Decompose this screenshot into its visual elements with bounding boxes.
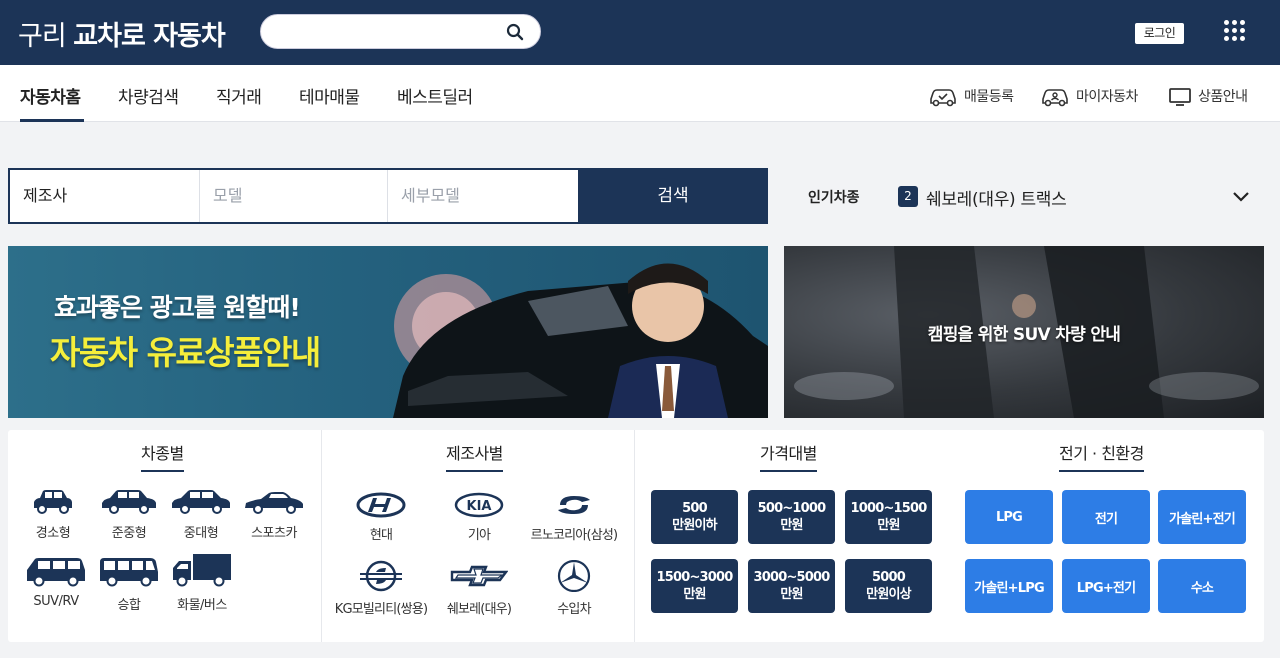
- maker-renault[interactable]: 르노코리아(삼성): [524, 492, 624, 543]
- by-eco-title: 전기 · 친환경: [1059, 440, 1144, 472]
- type-van[interactable]: 승합: [94, 556, 164, 613]
- truck-icon: [173, 554, 231, 587]
- type-sports[interactable]: 스포츠카: [239, 488, 309, 541]
- maker-kg-mobility[interactable]: KG모빌리티(쌍용): [331, 560, 431, 617]
- hyundai-logo-icon: [356, 492, 406, 518]
- maker-label: 수입차: [557, 602, 591, 617]
- model-select[interactable]: 모델: [200, 170, 388, 222]
- fuel-lpg[interactable]: LPG: [965, 490, 1053, 544]
- quick-search-bar: 제조사 모델 세부모델 검색: [8, 168, 768, 224]
- sedan-icon: [102, 490, 156, 514]
- type-suv[interactable]: SUV/RV: [21, 556, 91, 609]
- sports-car-icon: [245, 492, 303, 514]
- popular-cars-label: 인기차종: [808, 190, 860, 206]
- type-mid-small[interactable]: 준중형: [94, 488, 164, 541]
- detail-model-select[interactable]: 세부모델: [388, 170, 578, 222]
- fuel-hydrogen[interactable]: 수소: [1158, 559, 1246, 613]
- maker-label: 쉐보레(대우): [446, 602, 512, 617]
- my-car-icon: [1042, 89, 1068, 107]
- maker-label: 기아: [467, 528, 491, 543]
- my-car-link[interactable]: 마이자동차: [1040, 85, 1138, 107]
- kia-logo-icon: KIA: [454, 492, 504, 518]
- popular-car-name[interactable]: 쉐보레(대우) 트랙스: [926, 185, 1067, 210]
- fuel-electric[interactable]: 전기: [1062, 490, 1150, 544]
- maker-label: 르노코리아(삼성): [530, 528, 618, 543]
- maker-select[interactable]: 제조사: [10, 170, 200, 222]
- maker-imported[interactable]: 수입차: [524, 560, 624, 617]
- logo-region: 구리: [18, 21, 67, 52]
- type-label: SUV/RV: [33, 594, 79, 609]
- divider: [634, 430, 635, 642]
- product-info-link[interactable]: 상품안내: [1168, 85, 1248, 107]
- compact-car-icon: [34, 490, 72, 514]
- fuel-gasoline-lpg[interactable]: 가솔린+LPG: [965, 559, 1053, 613]
- rank-badge: 2: [898, 186, 918, 207]
- tab-direct-deal[interactable]: 직거래: [216, 83, 262, 108]
- tab-best-dealer[interactable]: 베스트딜러: [397, 83, 473, 108]
- divider: [321, 430, 322, 642]
- by-type-title: 차종별: [141, 440, 184, 472]
- product-info-label: 상품안내: [1198, 89, 1248, 105]
- ad-banner-title: 자동차 유료상품안내: [50, 333, 321, 372]
- tab-home[interactable]: 자동차홈: [20, 83, 81, 108]
- maker-kia[interactable]: KIA 기아: [429, 492, 529, 543]
- my-car-label: 마이자동차: [1076, 89, 1138, 105]
- price-3000-5000[interactable]: 3000~5000 만원: [748, 559, 835, 613]
- maker-label: 현대: [369, 528, 393, 543]
- by-price-title: 가격대별: [760, 440, 817, 472]
- maker-hyundai[interactable]: 현대: [331, 492, 431, 543]
- menu-grid-icon[interactable]: [1224, 20, 1246, 42]
- main-nav: 자동차홈 차량검색 직거래 테마매물 베스트딜러 매물등록 마이자동차 상품안내: [0, 65, 1280, 122]
- price-over-5000[interactable]: 5000 만원이상: [845, 559, 932, 613]
- by-maker-title: 제조사별: [446, 440, 503, 472]
- search-box: [260, 14, 541, 49]
- suv-icon: [27, 558, 85, 587]
- top-bar: 구리 교차로 자동차 로그인: [0, 0, 1280, 65]
- fuel-lpg-electric[interactable]: LPG+전기: [1062, 559, 1150, 613]
- price-under-500[interactable]: 500 만원이하: [651, 490, 738, 544]
- chevron-down-icon[interactable]: [1232, 188, 1250, 206]
- paid-product-banner[interactable]: 효과좋은 광고를 원할때! 자동차 유료상품안내: [8, 246, 768, 418]
- tab-vehicle-search[interactable]: 차량검색: [118, 83, 179, 108]
- large-sedan-icon: [172, 490, 230, 514]
- login-button[interactable]: 로그인: [1135, 23, 1184, 44]
- type-label: 화물/버스: [177, 598, 227, 613]
- monitor-icon: [1169, 88, 1191, 106]
- logo-title: 교차로 자동차: [73, 21, 225, 52]
- tab-theme-listings[interactable]: 테마매물: [299, 83, 360, 108]
- type-mid-large[interactable]: 중대형: [166, 488, 236, 541]
- car-register-icon: [930, 89, 956, 107]
- search-input[interactable]: [275, 21, 495, 43]
- type-label: 스포츠카: [251, 526, 297, 541]
- category-panel: 차종별 경소형 준중형 중대형 스포츠카 SUV/RV 승합 화물/버스 제조사…: [8, 430, 1264, 642]
- camping-suv-banner[interactable]: 캠핑을 위한 SUV 차량 안내: [784, 246, 1264, 418]
- type-label: 승합: [117, 598, 141, 613]
- search-icon[interactable]: [506, 23, 526, 43]
- price-500-1000[interactable]: 500~1000 만원: [748, 490, 835, 544]
- van-icon: [100, 558, 158, 587]
- maker-chevrolet[interactable]: 쉐보레(대우): [429, 560, 529, 617]
- price-1500-3000[interactable]: 1500~3000 만원: [651, 559, 738, 613]
- type-label: 준중형: [111, 526, 147, 541]
- register-listing-link[interactable]: 매물등록: [928, 85, 1014, 107]
- type-label: 경소형: [35, 526, 71, 541]
- camping-banner-text: 캠핑을 위한 SUV 차량 안내: [927, 325, 1121, 345]
- active-tab-indicator: [20, 119, 84, 122]
- site-logo[interactable]: 구리 교차로 자동차: [18, 14, 226, 53]
- type-label: 중대형: [183, 526, 219, 541]
- svg-text:KIA: KIA: [467, 499, 492, 514]
- type-compact[interactable]: 경소형: [18, 488, 88, 541]
- type-truck-bus[interactable]: 화물/버스: [167, 552, 237, 613]
- maker-label: KG모빌리티(쌍용): [334, 602, 428, 617]
- price-1000-1500[interactable]: 1000~1500 만원: [845, 490, 932, 544]
- imported-car-logo-icon: [557, 560, 591, 592]
- fuel-gasoline-electric[interactable]: 가솔린+전기: [1158, 490, 1246, 544]
- renault-korea-logo-icon: [558, 496, 590, 514]
- chevrolet-logo-icon: [450, 565, 508, 587]
- register-listing-label: 매물등록: [964, 89, 1014, 105]
- kg-mobility-logo-icon: [360, 560, 402, 592]
- ad-banner-headline: 효과좋은 광고를 원할때!: [54, 293, 301, 322]
- search-button[interactable]: 검색: [578, 170, 768, 222]
